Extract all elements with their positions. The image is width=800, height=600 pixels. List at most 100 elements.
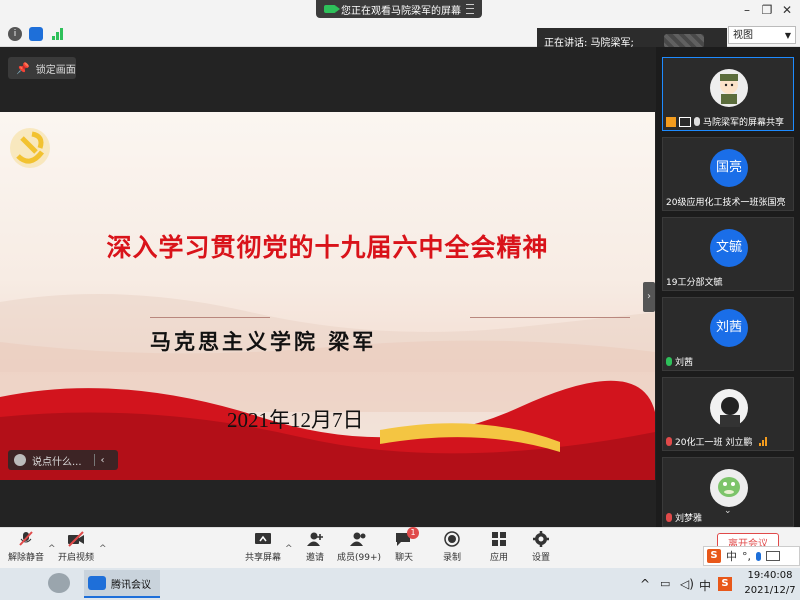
view-mode-label: 视图 xyxy=(733,30,753,41)
info-icon[interactable]: i xyxy=(8,27,22,41)
ime-toolbar[interactable]: S 中 °, xyxy=(703,546,800,566)
participant-name-row: 刘茜 xyxy=(666,355,693,368)
record-icon xyxy=(443,531,461,547)
taskbar-app-tencent-meeting[interactable]: 腾讯会议 xyxy=(84,570,160,598)
microphone-muted-icon xyxy=(666,437,672,446)
presentation-slide: 深入学习贯彻党的十九届六中全会精神 马克思主义学院 梁军 2021年12月7日 xyxy=(0,112,655,480)
microphone-muted-icon xyxy=(17,531,35,547)
host-icon xyxy=(666,116,676,127)
participant-tile[interactable]: 国亮 20级应用化工技术一班张国亮 xyxy=(662,137,794,211)
divider xyxy=(470,317,630,318)
share-screen-label: 共享屏幕 xyxy=(244,553,281,563)
lock-view-label: 锁定画面 xyxy=(35,64,76,76)
cartoon-avatar-icon xyxy=(710,69,748,107)
slide-title: 深入学习贯彻党的十九届六中全会精神 xyxy=(106,233,549,262)
video-off-icon xyxy=(67,531,85,547)
participant-name: 20级应用化工技术一班张国亮 xyxy=(666,198,786,208)
settings-button[interactable]: 设置 xyxy=(515,531,567,563)
start-video-button[interactable]: 开启视频 xyxy=(50,531,102,563)
microphone-icon xyxy=(666,357,672,366)
minimize-icon[interactable]: – xyxy=(738,2,756,18)
participant-tile[interactable]: 刘茜 刘茜 xyxy=(662,297,794,371)
apps-grid-icon xyxy=(490,531,508,547)
video-camera-icon xyxy=(324,5,340,13)
pin-icon: 📌 xyxy=(16,61,30,75)
unmute-button[interactable]: 解除静音 xyxy=(0,531,52,563)
audio-level-icon xyxy=(759,437,768,446)
chat-badge: 1 xyxy=(407,527,419,539)
network-icon[interactable]: ▭ xyxy=(660,577,670,590)
divider xyxy=(150,317,270,318)
emoji-icon[interactable] xyxy=(14,454,26,466)
gear-icon xyxy=(532,531,550,547)
close-icon[interactable]: ✕ xyxy=(778,2,796,18)
slide-author: 马克思主义学院 梁军 xyxy=(150,329,377,354)
chevron-up-icon[interactable]: ^ xyxy=(640,577,650,591)
chevron-down-icon: ▼ xyxy=(784,31,791,40)
menu-icon[interactable] xyxy=(466,4,474,14)
taskbar-app-label: 腾讯会议 xyxy=(111,579,151,591)
lock-view-button[interactable]: 📌 锁定画面 xyxy=(8,57,76,79)
share-notice-pill[interactable]: 您正在观看马院梁军的屏幕 xyxy=(316,0,482,18)
tencent-meeting-icon xyxy=(88,576,106,590)
record-button[interactable]: 录制 xyxy=(426,531,478,563)
participant-avatar: 刘茜 xyxy=(710,309,748,347)
sogou-icon[interactable]: S xyxy=(718,577,732,591)
sogou-icon: S xyxy=(707,549,721,563)
share-screen-icon xyxy=(254,531,272,547)
participant-tile[interactable]: ⌄ 刘梦雅 xyxy=(662,457,794,527)
participant-name-row: 马院梁军的屏幕共享 xyxy=(666,115,784,128)
pinned-app-icon[interactable] xyxy=(48,573,70,593)
party-emblem-icon xyxy=(10,128,50,168)
quick-chat-placeholder: 说点什么... xyxy=(32,456,82,468)
unmute-label: 解除静音 xyxy=(7,553,44,563)
share-screen-button[interactable]: 共享屏幕 xyxy=(237,531,289,563)
taskbar-input-mode[interactable]: 中 xyxy=(699,577,711,594)
participant-name: 19工分部文毓 xyxy=(666,278,723,288)
chat-icon: 1 xyxy=(395,527,419,547)
screen-share-icon xyxy=(679,116,691,127)
view-mode-select[interactable]: 视图 ▼ xyxy=(728,26,796,44)
microphone-icon xyxy=(694,117,700,126)
add-user-icon xyxy=(306,531,324,547)
participant-avatar: 国亮 xyxy=(710,149,748,187)
ime-mode[interactable]: 中 xyxy=(726,548,737,564)
participant-tile[interactable]: 马院梁军的屏幕共享 xyxy=(662,57,794,131)
chevron-left-icon[interactable]: ‹ xyxy=(101,455,105,466)
participant-name: 刘梦雅 xyxy=(675,514,703,524)
photo-avatar-icon xyxy=(710,389,748,427)
participant-tile[interactable]: 20化工一班 刘立鹏 xyxy=(662,377,794,451)
participant-name-row: 20化工一班 刘立鹏 xyxy=(666,435,768,448)
participant-name: 马院梁军的屏幕共享 xyxy=(703,118,785,128)
divider xyxy=(93,454,95,466)
participant-name-row: 刘梦雅 xyxy=(666,511,702,524)
settings-label: 设置 xyxy=(531,553,550,563)
quick-chat-input[interactable]: 说点什么... ‹ xyxy=(8,450,118,470)
microphone-icon[interactable] xyxy=(756,551,761,561)
blurred-name xyxy=(663,34,704,48)
clock-date[interactable]: 2021/12/7 xyxy=(742,585,798,596)
chevron-up-icon[interactable]: ^ xyxy=(99,544,107,554)
participant-name: 20化工一班 刘立鹏 xyxy=(675,438,753,448)
keyboard-icon[interactable] xyxy=(766,551,780,561)
chat-label: 聊天 xyxy=(394,553,413,563)
dinosaur-avatar-icon xyxy=(710,469,748,507)
chevron-down-icon[interactable]: ⌄ xyxy=(724,506,732,516)
participant-name-row: 19工分部文毓 xyxy=(666,275,722,288)
clock-time[interactable]: 19:40:08 xyxy=(742,570,798,581)
restore-icon[interactable]: ❐ xyxy=(758,2,776,18)
shield-icon[interactable] xyxy=(29,27,43,41)
participant-avatar: 文毓 xyxy=(710,229,748,267)
signal-icon[interactable] xyxy=(52,28,63,40)
volume-icon[interactable]: ◁) xyxy=(680,577,694,591)
punctuation-icon[interactable]: °, xyxy=(742,550,751,563)
collapse-panel-button[interactable]: › xyxy=(643,282,655,312)
slide-date: 2021年12月7日 xyxy=(227,408,364,432)
share-notice-text: 您正在观看马院梁军的屏幕 xyxy=(341,5,461,17)
chat-button[interactable]: 1 聊天 xyxy=(378,527,430,563)
participant-name-row: 20级应用化工技术一班张国亮 xyxy=(666,195,785,208)
members-icon xyxy=(350,531,368,547)
participant-name: 刘茜 xyxy=(675,358,694,368)
start-video-label: 开启视频 xyxy=(57,553,94,563)
participant-tile[interactable]: 文毓 19工分部文毓 xyxy=(662,217,794,291)
